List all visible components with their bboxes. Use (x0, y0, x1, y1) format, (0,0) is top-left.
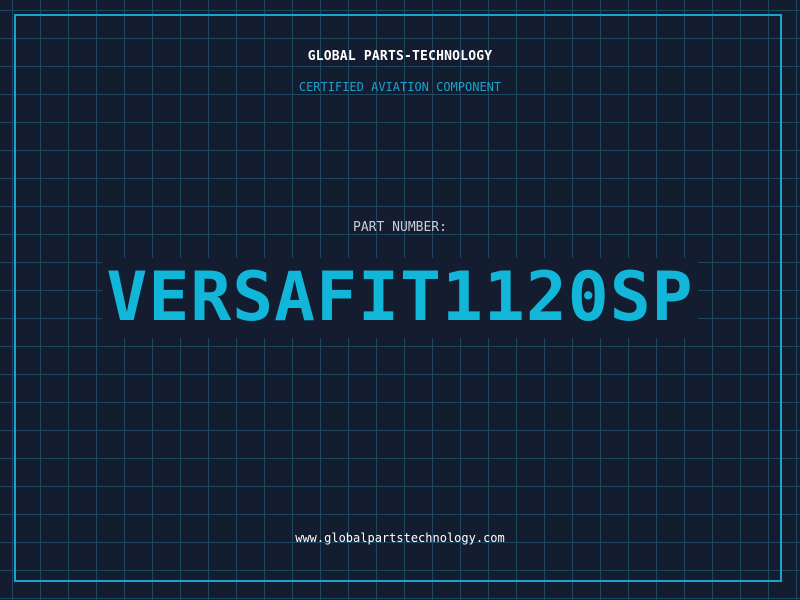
website-url: www.globalpartstechnology.com (295, 531, 505, 545)
company-name: GLOBAL PARTS-TECHNOLOGY (307, 49, 493, 64)
part-number-container: VERSAFIT1120SP (0, 258, 800, 338)
part-number-value: VERSAFIT1120SP (102, 258, 698, 338)
certification-tagline: CERTIFIED AVIATION COMPONENT (298, 80, 502, 94)
part-number-label: PART NUMBER: (353, 220, 447, 235)
